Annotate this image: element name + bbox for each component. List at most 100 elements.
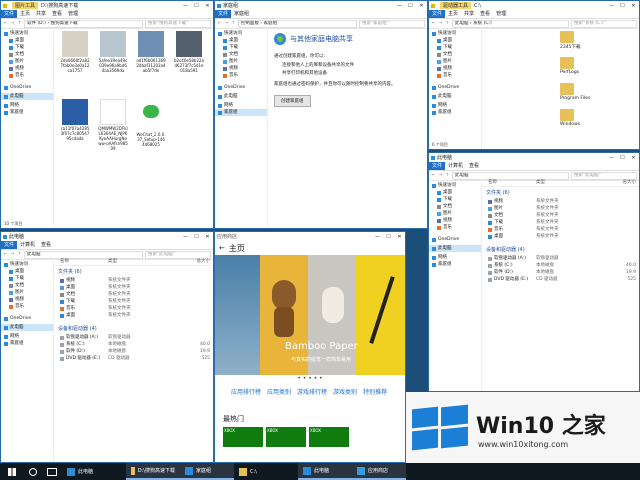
- nav-item[interactable]: 视频: [1, 65, 53, 72]
- minimize-icon[interactable]: —: [182, 234, 189, 240]
- taskbar-app[interactable]: 家庭组: [180, 463, 234, 480]
- nav-item[interactable]: 此电脑: [1, 93, 53, 100]
- title-bar[interactable]: 驱动器工具 C:\ — ☐ ✕: [429, 1, 639, 10]
- up-icon[interactable]: ↑: [445, 173, 450, 178]
- title-bar[interactable]: 图片工具 D:\搜狗高速下载 — ☐ ✕: [1, 1, 213, 10]
- tab-file[interactable]: 文件: [429, 10, 446, 18]
- tab-computer[interactable]: 计算机: [17, 241, 38, 249]
- nav-item[interactable]: 快速访问: [429, 182, 481, 189]
- store-link[interactable]: 游戏类别: [333, 387, 357, 396]
- taskbar-app[interactable]: 此电脑: [298, 463, 352, 480]
- tab-share[interactable]: 共享: [33, 10, 49, 18]
- nav-item[interactable]: 快速访问: [1, 261, 53, 268]
- nav-item[interactable]: 桌面: [429, 189, 481, 196]
- nav-item[interactable]: 视频: [429, 217, 481, 224]
- close-icon[interactable]: ✕: [204, 234, 211, 240]
- up-icon[interactable]: ↑: [17, 21, 22, 26]
- table-row[interactable]: 视频 系统文件夹: [54, 277, 213, 284]
- table-row[interactable]: 系统 (C:) 本地磁盘 40.0: [482, 262, 639, 269]
- nav-item[interactable]: 音乐: [215, 72, 267, 79]
- nav-item[interactable]: 网络: [429, 254, 481, 261]
- tab-file[interactable]: 文件: [1, 241, 18, 249]
- maximize-icon[interactable]: ☐: [619, 3, 626, 9]
- nav-item[interactable]: OneDrive: [1, 84, 53, 91]
- tab-view[interactable]: 查看: [38, 241, 54, 249]
- table-row[interactable]: 下载 系统文件夹: [54, 298, 213, 305]
- nav-item[interactable]: 此电脑: [429, 93, 481, 100]
- minimize-icon[interactable]: —: [374, 234, 381, 240]
- file-item[interactable]: ad1f6b0613692dbaf31203a4ab5f7de: [136, 31, 166, 73]
- nav-item[interactable]: 此电脑: [215, 93, 267, 100]
- nav-item[interactable]: 桌面: [429, 37, 481, 44]
- close-icon[interactable]: ✕: [630, 155, 637, 161]
- maximize-icon[interactable]: ☐: [193, 234, 200, 240]
- nav-item[interactable]: OneDrive: [215, 84, 267, 91]
- context-tab[interactable]: 图片工具: [12, 2, 39, 9]
- group-header[interactable]: 文件夹 (6): [482, 187, 639, 198]
- table-row[interactable]: 图片 系统文件夹: [482, 205, 639, 212]
- store-link[interactable]: 应用类别: [267, 387, 291, 396]
- forward-icon[interactable]: →: [10, 21, 15, 26]
- close-icon[interactable]: ✕: [418, 3, 425, 9]
- taskbar-app[interactable]: D:\搜狗高速下载: [126, 463, 180, 480]
- app-tile[interactable]: XBOX: [266, 427, 306, 447]
- nav-item[interactable]: 图片: [429, 58, 481, 65]
- nav-item[interactable]: 文档: [429, 203, 481, 210]
- search-button[interactable]: [24, 463, 42, 480]
- table-row[interactable]: 桌面 系统文件夹: [482, 233, 639, 240]
- tab-file[interactable]: 文件: [1, 10, 18, 18]
- nav-item[interactable]: 视频: [215, 65, 267, 72]
- folder-item[interactable]: Windows: [560, 109, 610, 127]
- maximize-icon[interactable]: ☐: [619, 155, 626, 161]
- up-icon[interactable]: ↑: [17, 252, 22, 257]
- create-homegroup-button[interactable]: 创建家庭组: [274, 95, 311, 107]
- this-pc-window-left[interactable]: 此电脑 — ☐ ✕ 文件 计算机 查看 ← → ↑ 此电脑 搜索"此电脑" 快速访问…: [0, 231, 214, 463]
- downloads-window[interactable]: 图片工具 D:\搜狗高速下载 — ☐ ✕ 文件 主页 共享 查看 管理 ← → ↑ …: [0, 0, 214, 229]
- table-row[interactable]: 软盘驱动器 (A:) 软盘驱动器: [482, 255, 639, 262]
- table-row[interactable]: 软盘驱动器 (A:) 软盘驱动器: [54, 334, 213, 341]
- store-hero[interactable]: Bamboo Paper 与真实的纸笔一样简单易用: [215, 255, 405, 375]
- minimize-icon[interactable]: —: [608, 155, 615, 161]
- group-header[interactable]: 文件夹 (6): [54, 266, 213, 277]
- this-pc-window-right[interactable]: 此电脑 — ☐ ✕ 文件 计算机 查看 ← → ↑ 此电脑 搜索"此电脑" 快速访问…: [428, 152, 640, 392]
- tab-home[interactable]: 主页: [17, 10, 33, 18]
- tab-share[interactable]: 共享: [461, 10, 477, 18]
- tab-view[interactable]: 查看: [466, 162, 482, 170]
- nav-item[interactable]: 下载: [215, 44, 267, 51]
- nav-item[interactable]: 家庭组: [1, 340, 53, 347]
- homegroup-window[interactable]: 家庭组 — ☐ ✕ 文件 家庭组 ← → ↑ 控制面板 › 家庭组 搜索"家庭组" …: [214, 0, 428, 229]
- back-icon[interactable]: ←: [3, 21, 8, 26]
- forward-icon[interactable]: →: [438, 173, 443, 178]
- maximize-icon[interactable]: ☐: [193, 3, 200, 9]
- app-tile[interactable]: XBOX: [223, 427, 263, 447]
- group-header[interactable]: 设备和驱动器 (4): [482, 244, 639, 255]
- nav-item[interactable]: 下载: [429, 196, 481, 203]
- column-size[interactable]: 总大小: [570, 179, 639, 186]
- nav-item[interactable]: 图片: [215, 58, 267, 65]
- table-row[interactable]: 软件 (D:) 本地磁盘 19.9: [54, 348, 213, 355]
- table-row[interactable]: 视频 系统文件夹: [482, 198, 639, 205]
- nav-item[interactable]: 文档: [429, 51, 481, 58]
- group-header[interactable]: 设备和驱动器 (4): [54, 323, 213, 334]
- title-bar[interactable]: 此电脑 — ☐ ✕: [429, 153, 639, 162]
- nav-item[interactable]: 此电脑: [1, 324, 53, 331]
- back-icon[interactable]: ←: [431, 173, 436, 178]
- close-icon[interactable]: ✕: [396, 234, 403, 240]
- nav-item[interactable]: 桌面: [1, 268, 53, 275]
- app-tile[interactable]: XBOX: [309, 427, 349, 447]
- nav-item[interactable]: 桌面: [215, 37, 267, 44]
- taskbar-app[interactable]: 此电脑: [62, 463, 126, 480]
- minimize-icon[interactable]: —: [396, 3, 403, 9]
- table-row[interactable]: 文档 系统文件夹: [54, 291, 213, 298]
- nav-item[interactable]: 下载: [1, 44, 53, 51]
- table-row[interactable]: 桌面 系统文件夹: [54, 312, 213, 319]
- nav-item[interactable]: 音乐: [1, 72, 53, 79]
- table-row[interactable]: 音乐 系统文件夹: [482, 226, 639, 233]
- nav-item[interactable]: 图片: [1, 58, 53, 65]
- store-link[interactable]: 特别推荐: [363, 387, 387, 396]
- file-item[interactable]: QMWMW2DFkIL6304AE_NJPKKyoAAHurgNeww-oAAf…: [98, 99, 128, 151]
- tab-file[interactable]: 文件: [429, 162, 446, 170]
- nav-item[interactable]: 网络: [215, 102, 267, 109]
- store-link[interactable]: 游戏排行榜: [297, 387, 327, 396]
- file-item[interactable]: WeChat_2.0.0.37_Setup-1464468025: [136, 99, 166, 147]
